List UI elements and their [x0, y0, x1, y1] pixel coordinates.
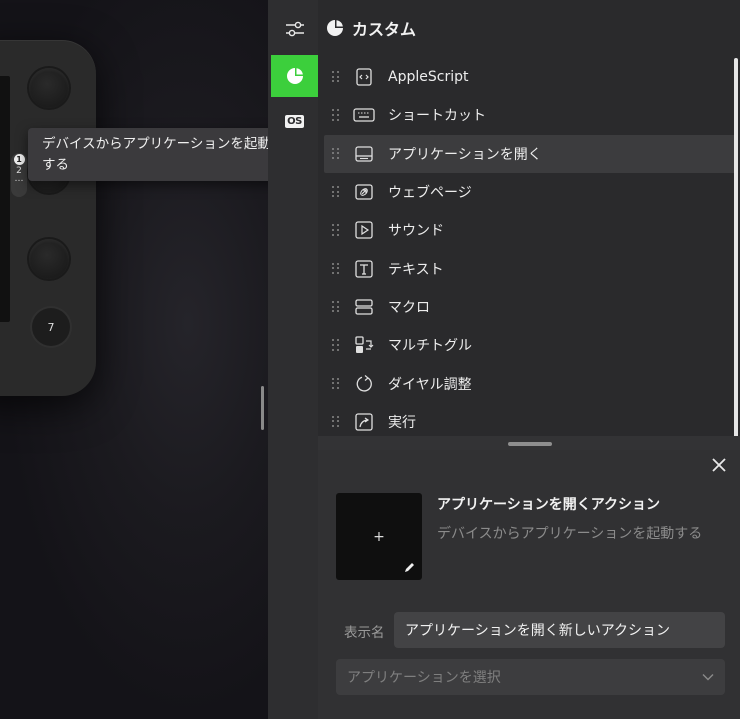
page-indicator-1: 1: [13, 154, 25, 165]
drag-handle-icon[interactable]: [332, 415, 340, 428]
panel-resize-handle[interactable]: [261, 386, 264, 430]
pencil-icon[interactable]: [404, 562, 415, 573]
sliders-icon: [285, 21, 304, 37]
split-divider-grip[interactable]: [508, 442, 552, 446]
action-item-dial-adjust[interactable]: ダイヤル調整: [324, 364, 736, 402]
drag-handle-icon[interactable]: [332, 300, 340, 313]
device-knob-3[interactable]: [29, 239, 69, 279]
action-item-macro[interactable]: マクロ: [324, 288, 736, 326]
drag-handle-icon[interactable]: [332, 377, 340, 390]
custom-pie-icon: [286, 68, 303, 84]
text-icon: [353, 258, 375, 280]
action-item-sound[interactable]: サウンド: [324, 211, 736, 249]
run-icon: [353, 411, 375, 433]
drag-handle-icon[interactable]: [332, 186, 340, 198]
action-item-label: マクロ: [388, 299, 430, 316]
drag-handle-icon[interactable]: [332, 339, 340, 351]
app-window-icon: [353, 143, 375, 165]
drag-handle-icon[interactable]: [332, 262, 340, 275]
panel-title: カスタム: [352, 20, 417, 39]
action-list: AppleScript ショートカット アプリケーションを開く ウェブページ サ…: [324, 58, 736, 441]
tooltip-line-1: デバイスからアプリケーションを起動: [42, 136, 268, 152]
device-button-7[interactable]: 7: [32, 308, 70, 346]
action-item-label: AppleScript: [388, 69, 469, 86]
close-button[interactable]: [708, 454, 730, 476]
drag-handle-icon[interactable]: [332, 224, 340, 236]
action-item-label: サウンド: [388, 223, 444, 240]
application-select[interactable]: アプリケーションを選択: [336, 659, 725, 695]
icon-rail: OS: [268, 0, 318, 719]
device-knob-1[interactable]: [29, 68, 69, 108]
action-item-label: マルチトグル: [388, 338, 472, 355]
drag-handle-icon[interactable]: [332, 147, 340, 160]
custom-pie-icon: [327, 20, 343, 36]
action-detail-pane: + アプリケーションを開くアクション デバイスからアプリケーションを起動する 表…: [318, 450, 740, 719]
action-item-open-application[interactable]: アプリケーションを開く: [324, 134, 736, 173]
action-list-scrollbar[interactable]: [734, 58, 738, 438]
action-item-web-page[interactable]: ウェブページ: [324, 173, 736, 211]
web-link-icon: [353, 181, 375, 203]
rail-item-custom[interactable]: [271, 55, 318, 97]
action-item-label: テキスト: [388, 261, 444, 278]
page-indicator[interactable]: 1 2 …: [11, 153, 27, 197]
rail-item-os[interactable]: OS: [271, 100, 318, 142]
action-item-label: 実行: [388, 414, 416, 431]
action-item-applescript[interactable]: AppleScript: [324, 58, 736, 96]
action-item-label: ショートカット: [388, 108, 486, 125]
action-item-label: アプリケーションを開く: [388, 146, 542, 163]
rail-item-settings[interactable]: [271, 8, 318, 50]
os-icon: OS: [285, 114, 304, 128]
page-indicator-more: …: [14, 174, 24, 184]
display-name-input[interactable]: [394, 612, 725, 648]
action-thumbnail[interactable]: +: [336, 493, 422, 580]
tooltip: デバイスからアプリケーションを起動 する: [28, 128, 268, 181]
multi-toggle-icon: [353, 334, 375, 356]
dial-adjust-icon: [353, 373, 375, 395]
panel-header: カスタム: [326, 14, 416, 42]
device-canvas: 7 1 2 … デバイスからアプリケーションを起動 する: [0, 0, 268, 719]
macro-icon: [353, 296, 375, 318]
action-item-label: ダイヤル調整: [388, 376, 472, 393]
action-item-shortcut[interactable]: ショートカット: [324, 96, 736, 134]
drag-handle-icon[interactable]: [332, 71, 340, 83]
action-title: アプリケーションを開くアクション: [437, 497, 661, 513]
action-item-multi-toggle[interactable]: マルチトグル: [324, 326, 736, 364]
display-name-label: 表示名: [344, 625, 385, 641]
scrollbar-thumb[interactable]: [734, 58, 738, 438]
play-sound-icon: [353, 219, 375, 241]
action-item-text[interactable]: テキスト: [324, 249, 736, 287]
keyboard-icon: [353, 104, 375, 126]
close-icon: [712, 458, 726, 472]
script-icon: [353, 66, 375, 88]
application-select-placeholder: アプリケーションを選択: [347, 670, 501, 686]
tooltip-line-2: する: [42, 157, 69, 173]
device-screen: [0, 76, 10, 322]
action-description: デバイスからアプリケーションを起動する: [437, 526, 703, 542]
chevron-down-icon: [702, 674, 714, 681]
drag-handle-icon[interactable]: [332, 109, 340, 121]
actions-panel: カスタム AppleScript ショートカット アプリケーションを開く ウェブ…: [318, 0, 740, 719]
device-body: 7: [0, 40, 96, 396]
action-item-label: ウェブページ: [388, 185, 472, 202]
